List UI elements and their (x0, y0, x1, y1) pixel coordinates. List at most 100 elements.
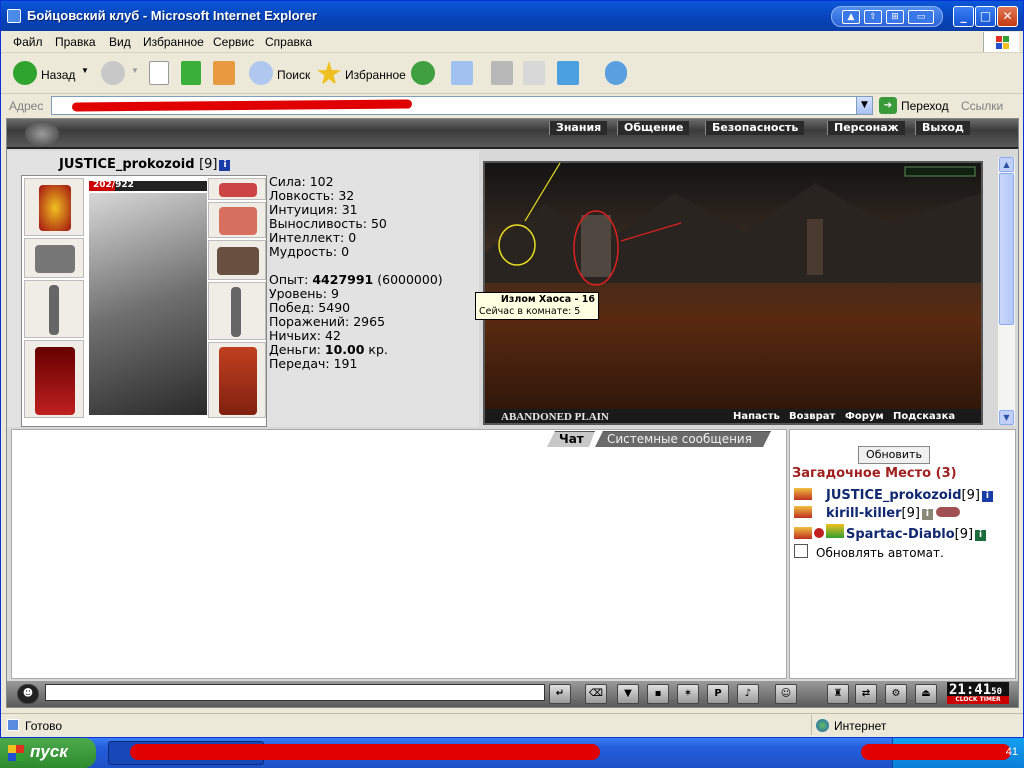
boots-slot[interactable] (208, 342, 266, 418)
return-link[interactable]: Возврат (789, 411, 835, 422)
address-dropdown-icon[interactable]: ▼ (856, 97, 872, 114)
room-title: Загадочное Место (3) (792, 466, 957, 481)
window-tile-icon[interactable]: ⊞ (886, 10, 904, 24)
info-icon[interactable]: i (219, 160, 231, 171)
nvidia-icon[interactable]: ▲ (842, 10, 860, 24)
bracers-slot[interactable] (24, 238, 84, 278)
home-icon[interactable] (213, 61, 235, 85)
contacts-icon[interactable] (605, 61, 627, 85)
forum-link[interactable]: Форум (845, 411, 884, 422)
auto-refresh-checkbox[interactable] (794, 544, 808, 558)
print-icon[interactable] (491, 61, 513, 85)
armor-slot[interactable] (24, 340, 84, 418)
earrings-slot[interactable] (208, 178, 266, 200)
links-label[interactable]: Ссылки (961, 99, 1003, 113)
sound-icon[interactable]: ♪ (737, 684, 759, 704)
save-log-icon[interactable]: ▪ (647, 684, 669, 704)
emoticon-icon[interactable]: ☺ (775, 684, 797, 704)
menu-favorites[interactable]: Избранное (143, 35, 204, 49)
edit-icon[interactable] (523, 61, 545, 85)
scroll-up-icon[interactable]: ▲ (999, 157, 1014, 172)
maximize-button[interactable]: □ (975, 6, 996, 27)
scroll-down-icon[interactable]: ▼ (999, 410, 1014, 425)
go-button[interactable]: Переход (901, 99, 949, 113)
tab-chat[interactable]: Чат (547, 431, 595, 447)
menu-file[interactable]: Файл (13, 35, 43, 49)
menu-tools[interactable]: Сервис (213, 35, 254, 49)
transfer-icon[interactable]: ⇄ (855, 684, 877, 704)
back-arrow-icon[interactable] (13, 61, 37, 85)
back-dropdown-icon[interactable]: ▼ (81, 66, 89, 75)
back-button[interactable]: Назад (41, 68, 75, 82)
character-avatar[interactable] (89, 193, 207, 415)
go-arrow-icon[interactable]: ➔ (879, 97, 897, 114)
eraser-icon[interactable]: ⌫ (585, 684, 607, 704)
menu-edit[interactable]: Правка (55, 35, 96, 49)
inventory-icon[interactable]: ♜ (827, 684, 849, 704)
nav-knowledge[interactable]: Знания (549, 121, 608, 135)
messenger-icon[interactable] (557, 61, 579, 85)
stat-level: Уровень: 9 (269, 286, 339, 301)
mail-icon[interactable] (451, 61, 473, 85)
user-name[interactable]: Spartac-Diablo (846, 527, 955, 542)
exit-icon[interactable]: ⏏ (915, 684, 937, 704)
menu-view[interactable]: Вид (109, 35, 131, 49)
favorites-star-icon[interactable] (317, 61, 341, 85)
up-arrow-icon[interactable]: ⇧ (864, 10, 882, 24)
window-list-icon[interactable]: ▭ (908, 10, 934, 24)
attack-link[interactable]: Напасть (733, 411, 780, 422)
window-title: Бойцовский клуб - Microsoft Internet Exp… (27, 8, 317, 23)
page-scrollbar[interactable]: ▲ ▼ (998, 157, 1015, 425)
refresh-icon[interactable] (181, 61, 201, 85)
nav-security[interactable]: Безопасность (705, 121, 805, 135)
nav-communication[interactable]: Общение (617, 121, 690, 135)
history-icon[interactable] (411, 61, 435, 85)
info-icon[interactable]: i (921, 509, 933, 520)
rings-slot[interactable] (208, 202, 266, 238)
refresh-button[interactable]: Обновить (858, 446, 930, 464)
nav-exit[interactable]: Выход (915, 121, 970, 135)
chat-window[interactable] (11, 429, 787, 679)
scroll-thumb[interactable] (999, 173, 1014, 325)
close-button[interactable]: ✕ (997, 6, 1018, 27)
character-name[interactable]: JUSTICE_prokozoid (59, 157, 195, 172)
weapon-right-slot[interactable] (208, 282, 266, 340)
private-message-icon[interactable]: P (707, 684, 729, 704)
search-icon[interactable] (249, 61, 273, 85)
hint-link[interactable]: Подсказка (893, 411, 955, 422)
equipment-panel: 202/922 (21, 175, 267, 427)
weapon-badge-icon (935, 507, 960, 517)
nav-character[interactable]: Персонаж (827, 121, 905, 135)
fighter-icon[interactable]: ✶ (677, 684, 699, 704)
menu-help[interactable]: Справка (265, 35, 312, 49)
title-bar[interactable]: Бойцовский клуб - Microsoft Internet Exp… (1, 1, 1023, 31)
stop-icon[interactable] (149, 61, 169, 85)
info-icon[interactable]: i (975, 530, 987, 541)
info-icon[interactable]: i (981, 491, 993, 502)
user-name[interactable]: JUSTICE_prokozoid (826, 488, 962, 503)
settings-icon[interactable]: ⚙ (885, 684, 907, 704)
start-button[interactable]: пуск (0, 738, 96, 768)
chaos-tower-building[interactable] (581, 215, 611, 277)
forward-arrow-icon[interactable] (101, 61, 125, 85)
tab-system-messages[interactable]: Системные сообщения (595, 431, 771, 447)
filter-icon[interactable]: ▼ (617, 684, 639, 704)
weapon-left-slot[interactable] (24, 280, 84, 338)
game-header: Знания Общение Безопасность Персонаж Вых… (7, 119, 1018, 149)
forward-dropdown-icon[interactable]: ▼ (131, 66, 139, 75)
helmet-slot[interactable] (24, 178, 84, 236)
room-panel: Обновить Загадочное Место (3) JUSTICE_pr… (789, 429, 1016, 679)
stat-draws: Ничьих: 42 (269, 328, 341, 343)
search-button[interactable]: Поиск (277, 68, 310, 82)
address-input[interactable]: ▼ (51, 96, 873, 115)
chat-toolbar: ☻ ↵ ⌫ ▼ ▪ ✶ P ♪ ☺ ♜ ⇄ ⚙ ⏏ 21:4150 CLOCK … (7, 681, 1018, 707)
smiley-head-icon[interactable]: ☻ (17, 684, 39, 704)
favorites-button[interactable]: Избранное (345, 68, 406, 82)
gloves-slot[interactable] (208, 240, 266, 280)
stat-losses: Поражений: 2965 (269, 314, 386, 329)
send-icon[interactable]: ↵ (549, 684, 571, 704)
chat-input[interactable] (45, 684, 545, 701)
user-name[interactable]: kirill-killer (826, 506, 902, 521)
minimize-button[interactable]: _ (953, 6, 974, 27)
distant-tower[interactable] (807, 219, 823, 275)
